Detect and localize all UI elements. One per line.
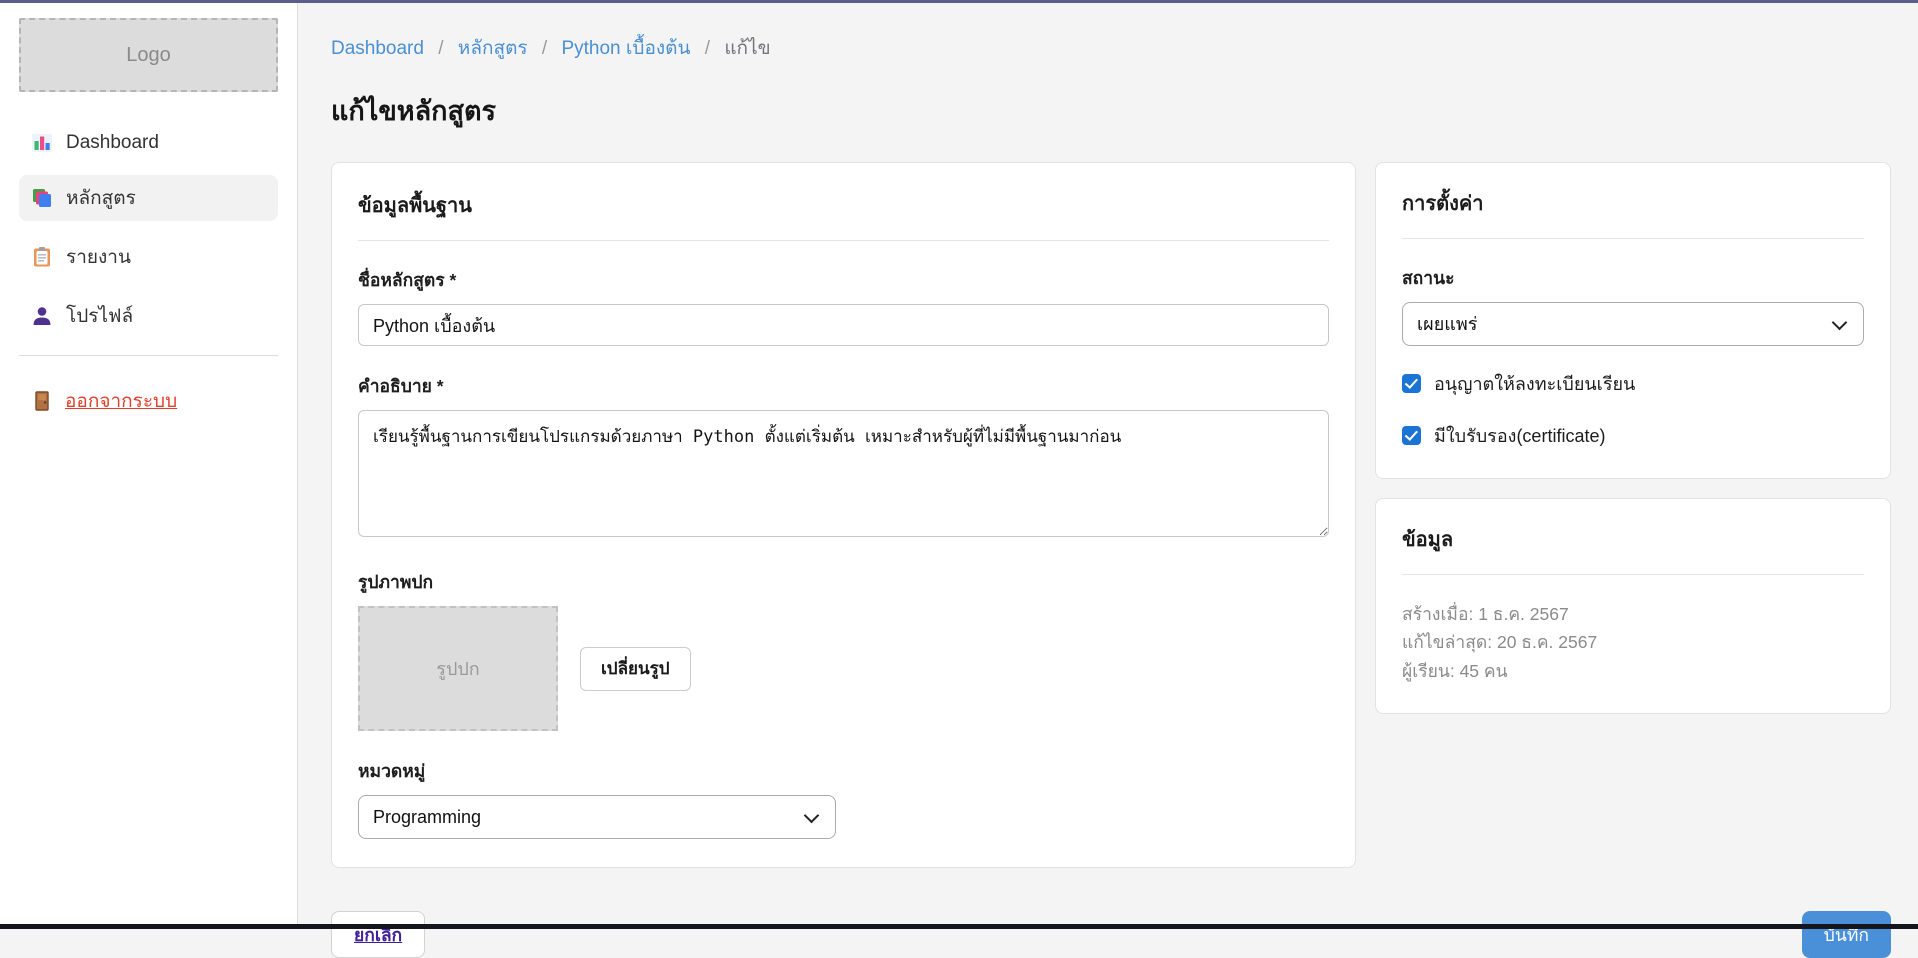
main-area: Dashboard / หลักสูตร / Python เบื้องต้น … [298, 3, 1918, 924]
logo-text: Logo [126, 44, 171, 67]
modified-date-text: แก้ไขล่าสุด: 20 ธ.ค. 2567 [1402, 628, 1864, 656]
created-date-text: สร้างเมื่อ: 1 ธ.ค. 2567 [1402, 600, 1864, 628]
sidebar-item-label: โปรไฟล์ [66, 301, 133, 331]
window-bottom-edge [0, 924, 1918, 929]
breadcrumb-separator: / [542, 38, 547, 59]
basic-info-heading: ข้อมูลพื้นฐาน [358, 189, 1329, 241]
door-icon [31, 390, 53, 412]
cover-placeholder-text: รูปปก [436, 654, 479, 683]
description-group: คำอธิบาย * เรียนรู้พื้นฐานการเขียนโปรแกร… [358, 372, 1329, 542]
clipboard-icon [31, 246, 53, 268]
status-label: สถานะ [1402, 264, 1864, 292]
sidebar-item-label: Dashboard [66, 132, 159, 154]
breadcrumb-separator: / [438, 38, 443, 59]
logout-label: ออกจากระบบ [65, 386, 177, 416]
window-top-edge [0, 0, 1918, 3]
sidebar-item-label: รายงาน [66, 242, 131, 272]
basic-info-card: ข้อมูลพื้นฐาน ชื่อหลักสูตร * คำอธิบาย * … [331, 162, 1356, 868]
sidebar-item-profile[interactable]: โปรไฟล์ [19, 293, 278, 339]
person-icon [31, 305, 53, 327]
description-textarea[interactable]: เรียนรู้พื้นฐานการเขียนโปรแกรมด้วยภาษา P… [358, 410, 1329, 537]
breadcrumb-current: แก้ไข [724, 38, 770, 59]
sidebar-item-dashboard[interactable]: Dashboard [19, 124, 278, 162]
breadcrumb-courses[interactable]: หลักสูตร [458, 38, 528, 59]
status-select[interactable]: เผยแพร่ [1402, 302, 1864, 346]
form-actions: ยกเลิก บันทึก [331, 911, 1891, 958]
logo-placeholder: Logo [19, 18, 278, 92]
checked-checkbox-icon[interactable] [1402, 426, 1421, 445]
bar-chart-icon [31, 132, 53, 154]
sidebar-divider [19, 355, 278, 356]
cover-image-group: รูปภาพปก รูปปก เปลี่ยนรูป [358, 568, 1329, 731]
breadcrumb-dashboard[interactable]: Dashboard [331, 38, 424, 59]
student-count-text: ผู้เรียน: 45 คน [1402, 657, 1864, 685]
sidebar-item-reports[interactable]: รายงาน [19, 234, 278, 280]
course-name-input[interactable] [358, 304, 1329, 346]
sidebar-item-label: หลักสูตร [66, 183, 136, 213]
category-select[interactable]: Programming [358, 795, 836, 839]
certificate-checkbox-row[interactable]: มีใบรับรอง(certificate) [1402, 421, 1864, 450]
course-name-group: ชื่อหลักสูตร * [358, 266, 1329, 346]
breadcrumb: Dashboard / หลักสูตร / Python เบื้องต้น … [331, 33, 1891, 63]
sidebar-item-courses[interactable]: หลักสูตร [19, 175, 278, 221]
logout-link[interactable]: ออกจากระบบ [19, 386, 278, 416]
save-button[interactable]: บันทึก [1802, 911, 1891, 958]
change-image-button[interactable]: เปลี่ยนรูป [580, 647, 691, 691]
page-title: แก้ไขหลักสูตร [331, 89, 1891, 132]
books-icon [31, 187, 53, 209]
breadcrumb-separator: / [705, 38, 710, 59]
settings-card: การตั้งค่า สถานะ เผยแพร่ อนุญาตให้ลงทะเบ… [1375, 162, 1891, 479]
checked-checkbox-icon[interactable] [1402, 374, 1421, 393]
course-name-label: ชื่อหลักสูตร * [358, 266, 1329, 294]
sidebar: Logo Dashboard หลักสูตร [0, 3, 298, 924]
settings-heading: การตั้งค่า [1402, 187, 1864, 239]
info-card: ข้อมูล สร้างเมื่อ: 1 ธ.ค. 2567 แก้ไขล่าส… [1375, 498, 1891, 714]
certificate-label: มีใบรับรอง(certificate) [1434, 421, 1605, 450]
allow-enroll-label: อนุญาตให้ลงทะเบียนเรียน [1434, 369, 1635, 398]
cover-image-placeholder: รูปปก [358, 606, 558, 731]
description-label: คำอธิบาย * [358, 372, 1329, 400]
cover-image-label: รูปภาพปก [358, 568, 1329, 596]
category-group: หมวดหมู่ Programming [358, 757, 1329, 839]
category-label: หมวดหมู่ [358, 757, 1329, 785]
cancel-button[interactable]: ยกเลิก [331, 911, 425, 958]
info-heading: ข้อมูล [1402, 523, 1864, 575]
breadcrumb-course-name[interactable]: Python เบื้องต้น [561, 38, 690, 59]
allow-enroll-checkbox-row[interactable]: อนุญาตให้ลงทะเบียนเรียน [1402, 369, 1864, 398]
